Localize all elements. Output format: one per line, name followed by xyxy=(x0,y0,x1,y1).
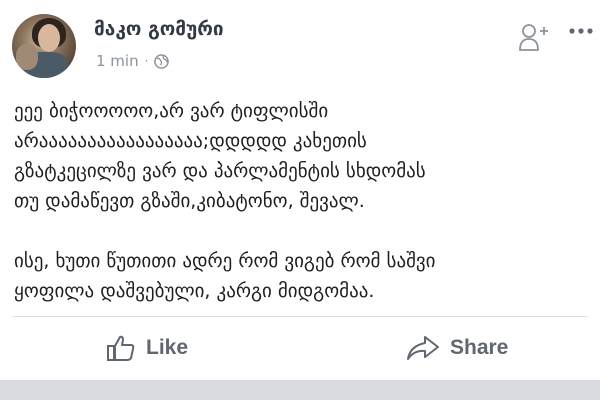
post-meta: 1 min · xyxy=(96,52,170,70)
author-name[interactable]: მაკო გომური xyxy=(94,18,224,40)
like-button[interactable]: Like xyxy=(106,330,188,366)
avatar[interactable] xyxy=(12,14,76,78)
meta-separator: · xyxy=(144,54,149,68)
feed-separator xyxy=(0,380,600,400)
post-text: ეეე ბიჭოოოოო,არ ვარ ტიფლისში არააააააააა… xyxy=(14,100,436,302)
post-actions: Like Share xyxy=(0,320,600,376)
post-time[interactable]: 1 min xyxy=(96,52,139,70)
avatar-pet xyxy=(16,44,38,70)
like-label: Like xyxy=(146,336,189,359)
post-header: მაკო გომური 1 min · xyxy=(0,0,600,80)
add-friend-icon[interactable] xyxy=(518,22,548,52)
globe-icon[interactable] xyxy=(154,53,170,69)
share-button[interactable]: Share xyxy=(406,330,508,366)
thumbs-up-icon xyxy=(107,335,135,361)
actions-divider xyxy=(12,316,588,317)
share-label: Share xyxy=(450,336,509,359)
share-arrow-icon xyxy=(407,336,439,360)
facebook-post: მაკო გომური 1 min · ეეე ბიჭოოოოო,არ ვარ … xyxy=(0,0,600,378)
more-options-icon[interactable] xyxy=(568,22,594,34)
avatar-face xyxy=(38,24,60,52)
